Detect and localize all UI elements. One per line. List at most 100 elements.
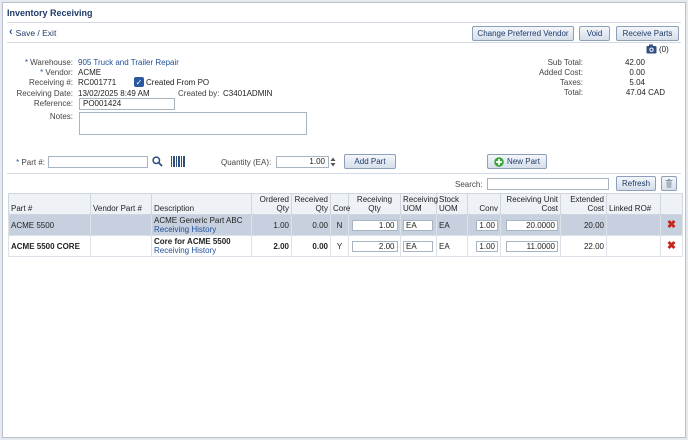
receiving-panel: Inventory Receiving ‹ Save / Exit Change…: [2, 2, 686, 438]
row-received: 0.00: [291, 235, 331, 257]
receiving-qty-input[interactable]: 1.00: [351, 219, 398, 231]
receiving-qty-input[interactable]: 2.00: [351, 240, 398, 252]
receive-parts-button[interactable]: Receive Parts: [616, 26, 679, 41]
row-vendor-part: [90, 214, 152, 236]
change-preferred-vendor-button[interactable]: Change Preferred Vendor: [472, 26, 574, 41]
row-extended: 22.00: [560, 235, 607, 257]
row-receiving-qty: 2.00: [348, 235, 401, 257]
stepper-arrows-icon: [330, 157, 336, 167]
total-label: Total:: [563, 88, 583, 97]
receiving-uom-input[interactable]: EA: [403, 240, 433, 252]
delete-row-icon[interactable]: ✖: [667, 241, 676, 252]
row-ordered: 1.00: [251, 214, 292, 236]
row-received: 0.00: [291, 214, 331, 236]
warehouse-label: * Warehouse:: [24, 58, 73, 67]
grid-search-input[interactable]: [487, 178, 609, 190]
col-vendor-part[interactable]: Vendor Part #: [90, 193, 152, 215]
title-divider: [7, 22, 681, 23]
notes-textarea[interactable]: [79, 112, 307, 135]
conv-input[interactable]: 1.00: [476, 240, 498, 252]
void-button[interactable]: Void: [579, 26, 610, 41]
part-number-input[interactable]: [48, 156, 148, 168]
new-part-button[interactable]: New Part: [487, 154, 547, 169]
warehouse-value[interactable]: 905 Truck and Trailer Repair: [78, 58, 179, 67]
row-receiving-uom: EA: [400, 214, 437, 236]
col-receiving-unit-cost[interactable]: Receiving Unit Cost: [500, 193, 561, 215]
receiving-uom-input[interactable]: EA: [403, 219, 433, 231]
quantity-label: Quantity (EA):: [221, 158, 272, 167]
attachments-count: (0): [659, 44, 669, 54]
row-conv: 1.00: [467, 214, 501, 236]
reference-label: Reference:: [33, 99, 73, 108]
row-vendor-part: [90, 235, 152, 257]
row-receiving-uom: EA: [400, 235, 437, 257]
parts-grid: Part # Vendor Part # Description Ordered…: [8, 193, 683, 257]
barcode-icon[interactable]: [171, 156, 185, 167]
receiving-history-link[interactable]: Receiving History: [154, 225, 249, 234]
row-core: N: [330, 214, 349, 236]
row-unit-cost: 11.0000: [500, 235, 561, 257]
part-number-label: * Part #:: [16, 158, 45, 167]
unit-cost-input[interactable]: 20.0000: [506, 219, 558, 231]
row-part: ACME 5500 CORE: [8, 235, 91, 257]
col-stock-uom[interactable]: Stock UOM: [436, 193, 468, 215]
quantity-stepper[interactable]: [330, 156, 336, 168]
receiving-number-value: RC001771: [78, 78, 117, 87]
conv-input[interactable]: 1.00: [476, 219, 498, 231]
col-extended-cost[interactable]: Extended Cost: [560, 193, 607, 215]
row-stock-uom: EA: [436, 235, 468, 257]
table-row[interactable]: ACME 5500 ACME Generic Part ABC Receivin…: [8, 214, 683, 236]
row-description: Core for ACME 5500 Receiving History: [151, 235, 252, 257]
table-row[interactable]: ACME 5500 CORE Core for ACME 5500 Receiv…: [8, 235, 683, 257]
row-description: ACME Generic Part ABC Receiving History: [151, 214, 252, 236]
row-actions: ✖: [660, 214, 683, 236]
add-part-button[interactable]: Add Part: [344, 154, 396, 169]
attachments[interactable]: (0): [646, 44, 669, 54]
sub-total-label: Sub Total:: [547, 58, 583, 67]
camera-icon: [646, 44, 657, 54]
created-from-po-checkbox[interactable]: ✓: [134, 77, 144, 87]
grid-divider: [7, 173, 681, 174]
col-receiving-qty[interactable]: Receiving Qty: [348, 193, 401, 215]
created-by-value: C3401ADMIN: [223, 89, 273, 98]
plus-icon: [494, 156, 504, 167]
trash-icon: [665, 179, 673, 188]
toolbar-divider: [7, 42, 681, 43]
delete-all-button[interactable]: [661, 176, 677, 191]
taxes-label: Taxes:: [559, 78, 583, 87]
row-actions: ✖: [660, 235, 683, 257]
total-value: 47.04 CAD: [625, 88, 665, 97]
sub-total-value: 42.00: [624, 58, 645, 67]
col-core[interactable]: Core: [330, 193, 350, 215]
row-conv: 1.00: [467, 235, 501, 257]
col-ordered-qty[interactable]: Ordered Qty: [251, 193, 292, 215]
reference-input[interactable]: PO001424: [79, 98, 175, 110]
col-linked-ro[interactable]: Linked RO#: [606, 193, 661, 215]
col-received-qty[interactable]: Received Qty: [291, 193, 331, 215]
row-ordered: 2.00: [251, 235, 292, 257]
col-part[interactable]: Part #: [8, 193, 91, 215]
save-exit-label: Save / Exit: [15, 27, 57, 38]
col-conv[interactable]: Conv: [467, 193, 501, 215]
quantity-input[interactable]: 1.00: [276, 156, 329, 168]
search-label: Search:: [455, 180, 483, 189]
search-icon[interactable]: [152, 156, 163, 167]
added-cost-value[interactable]: 0.00: [595, 68, 645, 77]
page-title: Inventory Receiving: [7, 8, 93, 18]
row-extended: 20.00: [560, 214, 607, 236]
notes-label: Notes:: [49, 112, 73, 121]
refresh-button[interactable]: Refresh: [616, 176, 656, 191]
row-description-text: Core for ACME 5500: [154, 237, 231, 246]
row-receiving-qty: 1.00: [348, 214, 401, 236]
row-description-text: ACME Generic Part ABC: [154, 216, 243, 225]
vendor-value: ACME: [78, 68, 102, 77]
grid-header-row: Part # Vendor Part # Description Ordered…: [8, 193, 683, 215]
save-exit-button[interactable]: ‹ Save / Exit: [9, 27, 56, 38]
col-description[interactable]: Description: [151, 193, 252, 215]
unit-cost-input[interactable]: 11.0000: [506, 240, 558, 252]
taxes-value[interactable]: 5.04: [595, 78, 645, 87]
delete-row-icon[interactable]: ✖: [667, 220, 676, 231]
receiving-history-link[interactable]: Receiving History: [154, 246, 249, 255]
col-receiving-uom[interactable]: Receiving UOM: [400, 193, 438, 215]
chevron-left-icon: ‹: [9, 26, 13, 38]
